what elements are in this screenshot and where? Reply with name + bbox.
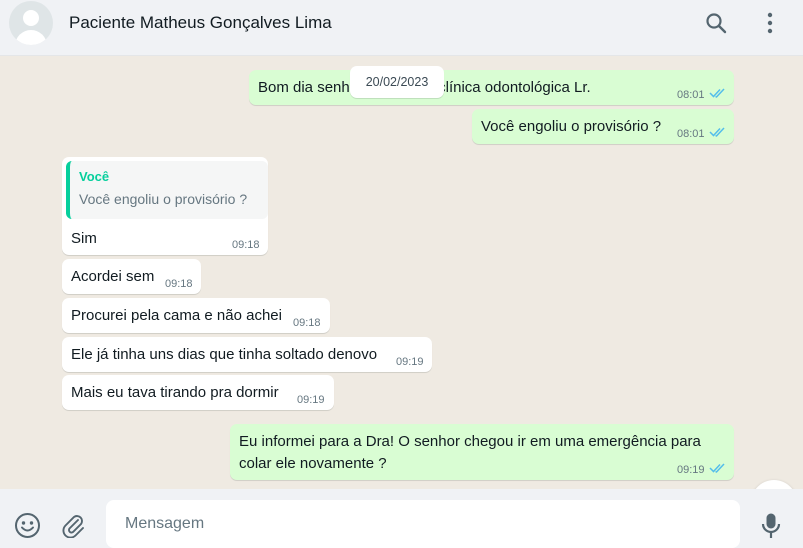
avatar-body xyxy=(15,30,47,45)
message-text: Acordei sem xyxy=(71,268,155,285)
message-text: Procurei pela cama e não achei xyxy=(71,307,282,324)
read-receipt-icon xyxy=(709,463,725,473)
quoted-reply[interactable]: Você Você engoliu o provisório ? xyxy=(66,161,268,219)
outgoing-message[interactable]: Bom dia senhor! Aqui é da clínica odonto… xyxy=(249,70,734,105)
attach-icon[interactable] xyxy=(60,512,86,543)
message-time: 09:19 xyxy=(396,356,424,368)
chat-area[interactable]: Bom dia senhor! Aqui é da clínica odonto… xyxy=(0,56,803,489)
message-time: 09:19 xyxy=(297,394,325,406)
mic-icon[interactable] xyxy=(760,512,782,545)
contact-avatar[interactable] xyxy=(9,1,53,45)
message-time: 09:19 xyxy=(677,464,705,476)
message-input[interactable] xyxy=(123,500,727,548)
message-time: 08:01 xyxy=(677,89,705,101)
read-receipt-icon xyxy=(709,88,725,98)
incoming-message[interactable]: Ele já tinha uns dias que tinha soltado … xyxy=(62,337,432,372)
incoming-message[interactable]: Acordei sem 09:18 xyxy=(62,259,201,294)
incoming-message[interactable]: Você Você engoliu o provisório ? Sim 09:… xyxy=(62,157,268,255)
outgoing-message[interactable]: Eu informei para a Dra! O senhor chegou … xyxy=(230,424,734,480)
message-input-box[interactable] xyxy=(106,500,740,548)
avatar-head xyxy=(23,10,39,26)
date-badge: 20/02/2023 xyxy=(350,66,444,98)
emoji-icon[interactable] xyxy=(14,512,41,544)
search-icon[interactable] xyxy=(703,10,729,36)
message-time: 08:01 xyxy=(677,128,705,140)
incoming-message[interactable]: Mais eu tava tirando pra dormir 09:19 xyxy=(62,375,334,410)
message-text-line: colar ele novamente ? xyxy=(239,455,387,472)
message-text: Sim xyxy=(71,230,97,247)
message-text: Mais eu tava tirando pra dormir xyxy=(71,384,279,401)
message-time: 09:18 xyxy=(232,239,260,251)
quoted-author: Você xyxy=(79,169,110,184)
scroll-to-bottom-button[interactable] xyxy=(751,480,797,489)
contact-name[interactable]: Paciente Matheus Gonçalves Lima xyxy=(69,13,332,33)
message-text-line: Eu informei para a Dra! O senhor chegou … xyxy=(239,433,701,450)
menu-dots-icon[interactable] xyxy=(757,10,783,36)
message-text: Ele já tinha uns dias que tinha soltado … xyxy=(71,346,378,363)
read-receipt-icon xyxy=(709,127,725,137)
quoted-text: Você engoliu o provisório ? xyxy=(79,191,248,207)
incoming-message[interactable]: Procurei pela cama e não achei 09:18 xyxy=(62,298,330,333)
compose-bar xyxy=(0,489,803,548)
message-time: 09:18 xyxy=(293,317,321,329)
chevron-down-icon xyxy=(751,480,797,489)
message-text: Você engoliu o provisório ? xyxy=(481,118,662,135)
outgoing-message[interactable]: Você engoliu o provisório ? 08:01 xyxy=(472,109,734,144)
chat-header: Paciente Matheus Gonçalves Lima xyxy=(0,0,803,56)
message-time: 09:18 xyxy=(165,278,193,290)
